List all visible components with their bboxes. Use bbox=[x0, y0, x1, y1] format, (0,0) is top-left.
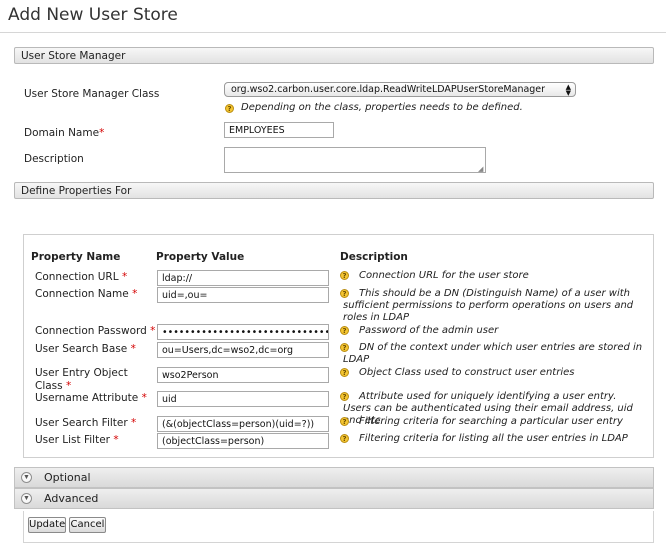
help-icon: ? bbox=[340, 326, 349, 335]
property-label: User Search Filter * bbox=[35, 417, 137, 429]
select-arrows-icon: ▲ ▼ bbox=[565, 83, 571, 97]
help-icon: ? bbox=[340, 434, 349, 443]
optional-label: Optional bbox=[44, 471, 91, 484]
cancel-button[interactable]: Cancel bbox=[69, 517, 106, 533]
resize-handle-icon[interactable]: ◢ bbox=[478, 165, 483, 173]
connection-name-input[interactable]: uid=,ou= bbox=[157, 287, 329, 303]
page-title: Add New User Store bbox=[8, 5, 178, 25]
domain-name-input[interactable]: EMPLOYEES bbox=[224, 122, 334, 138]
chevron-down-icon: ▼ bbox=[21, 493, 32, 504]
property-description: This should be a DN (Distinguish Name) o… bbox=[343, 288, 634, 323]
user-entry-object-class-input[interactable]: wso2Person bbox=[157, 367, 329, 383]
column-header-property-name: Property Name bbox=[31, 251, 121, 263]
connection-password-input[interactable]: ••••••••••••••••••••••••••••••••••••••• bbox=[157, 324, 329, 340]
property-label: User Entry Object Class * bbox=[35, 367, 128, 392]
property-description: Filtering criteria for searching a parti… bbox=[359, 416, 623, 427]
description-textarea[interactable] bbox=[224, 147, 486, 173]
optional-section-toggle[interactable]: ▼ Optional bbox=[14, 467, 654, 488]
user-list-filter-input[interactable]: (objectClass=person) bbox=[157, 433, 329, 449]
class-hint: Depending on the class, properties needs… bbox=[241, 102, 523, 113]
column-header-property-value: Property Value bbox=[156, 251, 245, 263]
help-icon: ? bbox=[340, 368, 349, 377]
class-label: User Store Manager Class bbox=[24, 88, 160, 100]
section-header-define-properties: Define Properties For bbox=[14, 182, 654, 199]
description-label: Description bbox=[24, 153, 84, 165]
update-button[interactable]: Update bbox=[28, 517, 66, 533]
help-icon: ? bbox=[340, 271, 349, 280]
property-label: Connection URL * bbox=[35, 271, 128, 283]
property-label: Connection Name * bbox=[35, 288, 138, 300]
chevron-down-icon: ▼ bbox=[21, 472, 32, 483]
connection-url-input[interactable]: ldap:// bbox=[157, 270, 329, 286]
property-label: User Search Base * bbox=[35, 343, 136, 355]
property-description: Password of the admin user bbox=[359, 325, 499, 336]
help-icon: ? bbox=[225, 104, 234, 113]
advanced-label: Advanced bbox=[44, 492, 99, 505]
property-label: Connection Password * bbox=[35, 325, 156, 337]
title-divider bbox=[0, 32, 666, 33]
user-search-filter-input[interactable]: (&(objectClass=person)(uid=?)) bbox=[157, 416, 329, 432]
username-attribute-input[interactable]: uid bbox=[157, 391, 329, 407]
property-description: DN of the context under which user entri… bbox=[343, 342, 643, 365]
select-value: org.wso2.carbon.user.core.ldap.ReadWrite… bbox=[231, 84, 546, 95]
property-label: User List Filter * bbox=[35, 434, 119, 446]
property-description: Filtering criteria for listing all the u… bbox=[359, 433, 628, 444]
property-description: Connection URL for the user store bbox=[359, 270, 529, 281]
advanced-section-toggle[interactable]: ▼ Advanced bbox=[14, 488, 654, 509]
property-label: Username Attribute * bbox=[35, 392, 147, 404]
button-row bbox=[23, 511, 654, 543]
help-icon: ? bbox=[340, 417, 349, 426]
user-store-manager-class-select[interactable]: org.wso2.carbon.user.core.ldap.ReadWrite… bbox=[224, 82, 576, 97]
user-search-base-input[interactable]: ou=Users,dc=wso2,dc=org bbox=[157, 342, 329, 358]
column-header-description: Description bbox=[340, 251, 408, 263]
property-description: Object Class used to construct user entr… bbox=[359, 367, 575, 378]
section-header-user-store-manager: User Store Manager bbox=[14, 47, 654, 64]
domain-label: Domain Name* bbox=[24, 127, 105, 139]
